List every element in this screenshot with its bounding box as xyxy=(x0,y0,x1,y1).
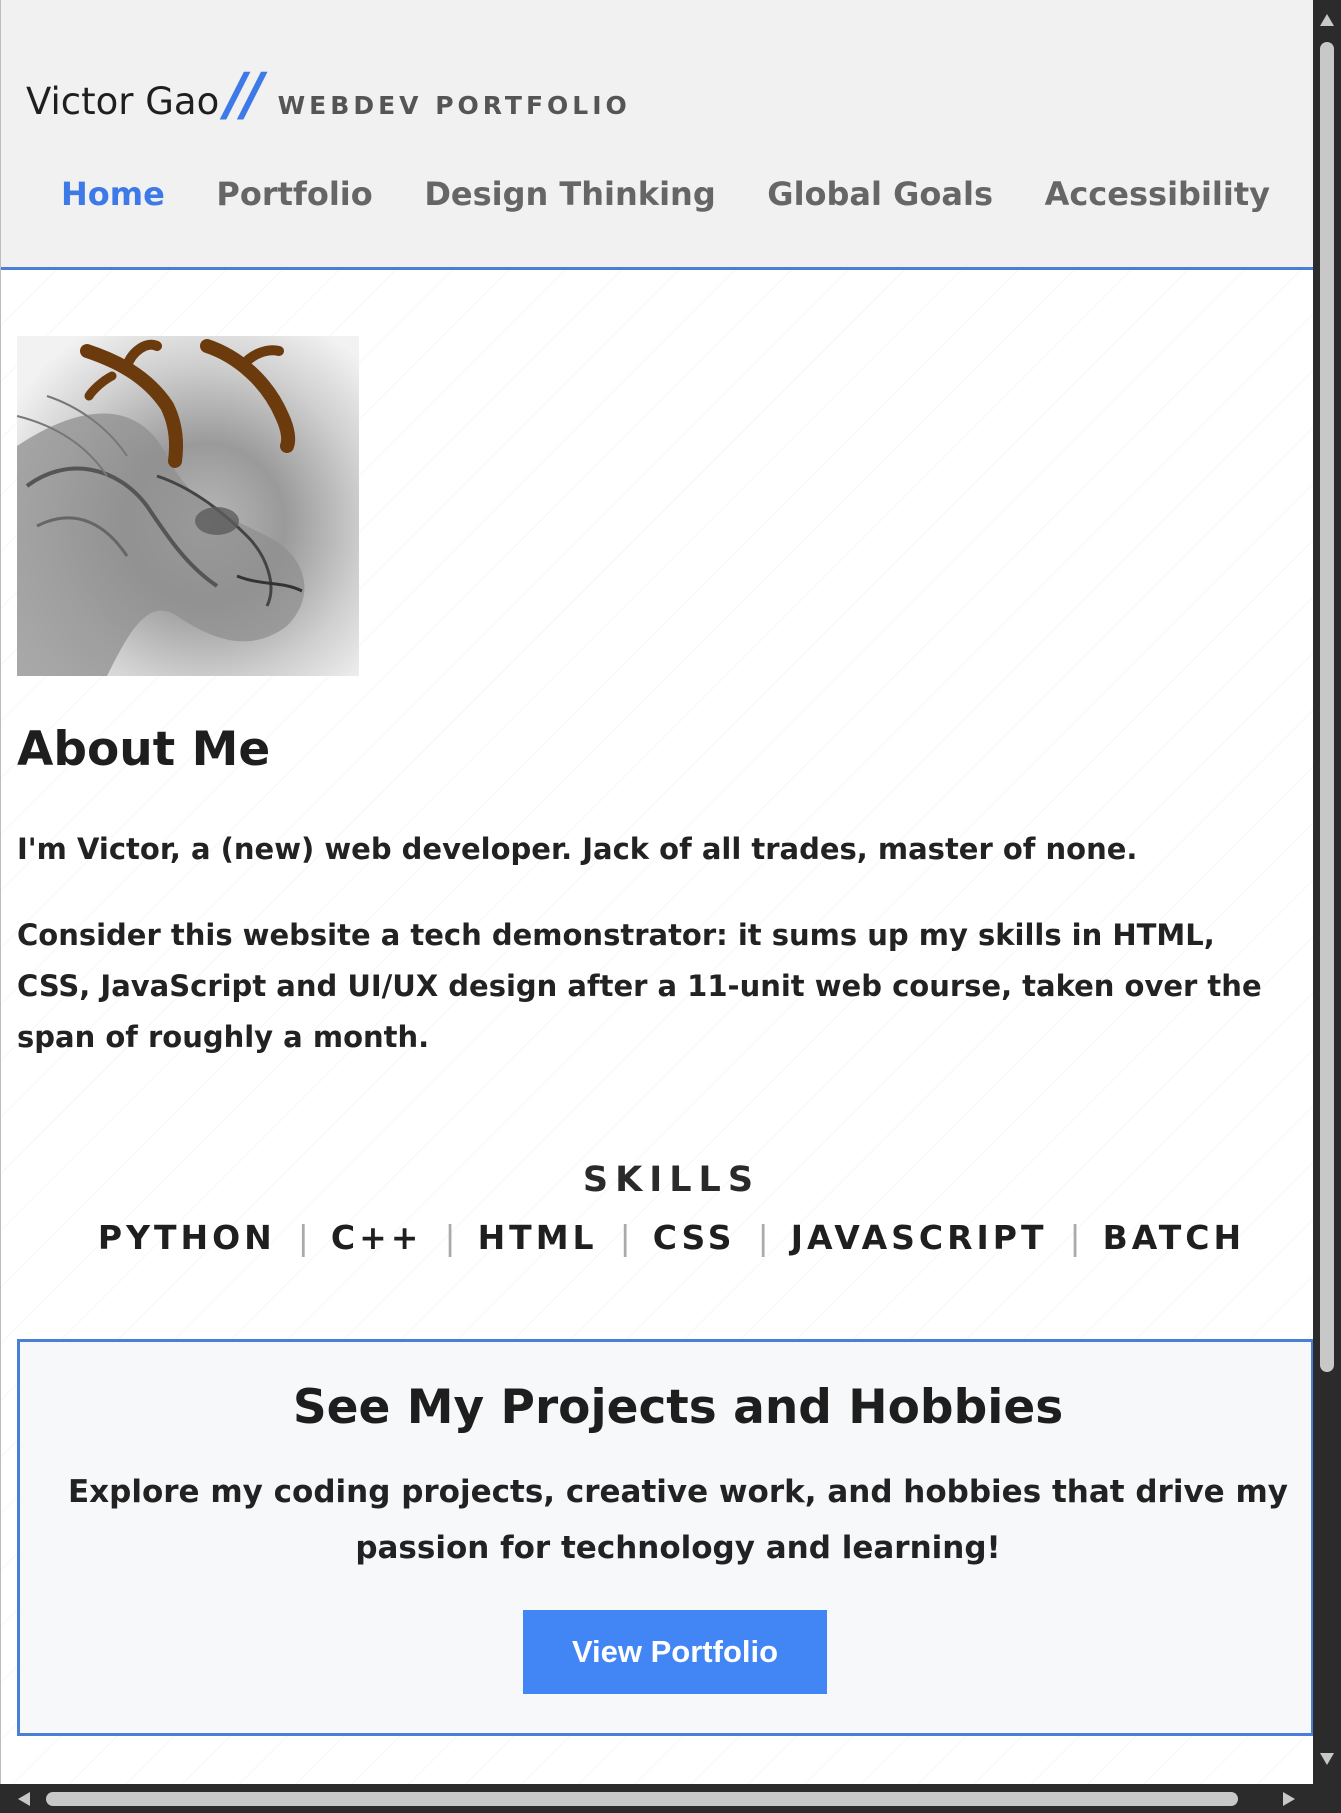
site-header: Victor Gao // WEBDEV PORTFOLIO Home Port… xyxy=(1,0,1314,270)
vertical-scrollbar[interactable] xyxy=(1313,0,1341,1784)
nav-item-global-goals[interactable]: Global Goals xyxy=(767,175,993,213)
scroll-up-arrow-icon[interactable] xyxy=(1320,14,1334,26)
view-portfolio-button[interactable]: View Portfolio xyxy=(523,1610,827,1694)
skill-separator: | xyxy=(1069,1218,1081,1257)
brand-name: Victor Gao xyxy=(26,80,220,123)
dragon-avatar-image xyxy=(17,336,359,676)
skill-python: PYTHON xyxy=(97,1218,276,1257)
about-paragraph-2: Consider this website a tech demonstrato… xyxy=(17,918,1262,1054)
nav-item-accessibility[interactable]: Accessibility xyxy=(1045,175,1270,213)
scrollbar-corner xyxy=(1313,1784,1341,1813)
skill-separator: | xyxy=(444,1218,456,1257)
skill-separator: | xyxy=(757,1218,769,1257)
about-title: About Me xyxy=(17,722,271,777)
nav-item-design-thinking[interactable]: Design Thinking xyxy=(424,175,715,213)
cta-text: Explore my coding projects, creative wor… xyxy=(67,1474,1289,1566)
skills-title: SKILLS xyxy=(582,1160,761,1200)
nav-item-home[interactable]: Home xyxy=(61,175,165,213)
horizontal-scrollbar[interactable] xyxy=(0,1784,1341,1813)
brand-subtitle: WEBDEV PORTFOLIO xyxy=(277,91,631,120)
about-paragraph-1: I'm Victor, a (new) web developer. Jack … xyxy=(17,832,1138,866)
scroll-right-arrow-icon[interactable] xyxy=(1283,1792,1295,1806)
main-nav: Home Portfolio Design Thinking Global Go… xyxy=(1,175,1314,213)
skill-javascript: JAVASCRIPT xyxy=(790,1218,1048,1257)
skill-separator: | xyxy=(297,1218,309,1257)
cta-title: See My Projects and Hobbies xyxy=(292,1380,1064,1435)
browser-viewport: Victor Gao // WEBDEV PORTFOLIO Home Port… xyxy=(0,0,1314,1784)
skill-separator: | xyxy=(619,1218,631,1257)
skill-html: HTML xyxy=(477,1218,598,1257)
projects-cta-section: See My Projects and Hobbies Explore my c… xyxy=(17,1339,1314,1736)
skill-css: CSS xyxy=(652,1218,736,1257)
nav-item-portfolio[interactable]: Portfolio xyxy=(216,175,372,213)
skill-batch: BATCH xyxy=(1102,1218,1246,1257)
skills-list: PYTHON | C++ | HTML | CSS | JAVASCRIPT |… xyxy=(1,1218,1314,1257)
skill-cpp: C++ xyxy=(330,1218,423,1257)
vertical-scroll-thumb[interactable] xyxy=(1320,42,1334,1372)
horizontal-scroll-thumb[interactable] xyxy=(46,1792,1238,1806)
main-content: About Me I'm Victor, a (new) web develop… xyxy=(1,270,1314,1784)
brand-slashes: // xyxy=(225,60,263,128)
dragon-illustration-icon xyxy=(17,339,305,676)
brand[interactable]: Victor Gao // WEBDEV PORTFOLIO xyxy=(26,60,631,128)
scroll-left-arrow-icon[interactable] xyxy=(18,1792,30,1806)
scroll-down-arrow-icon[interactable] xyxy=(1320,1753,1334,1765)
